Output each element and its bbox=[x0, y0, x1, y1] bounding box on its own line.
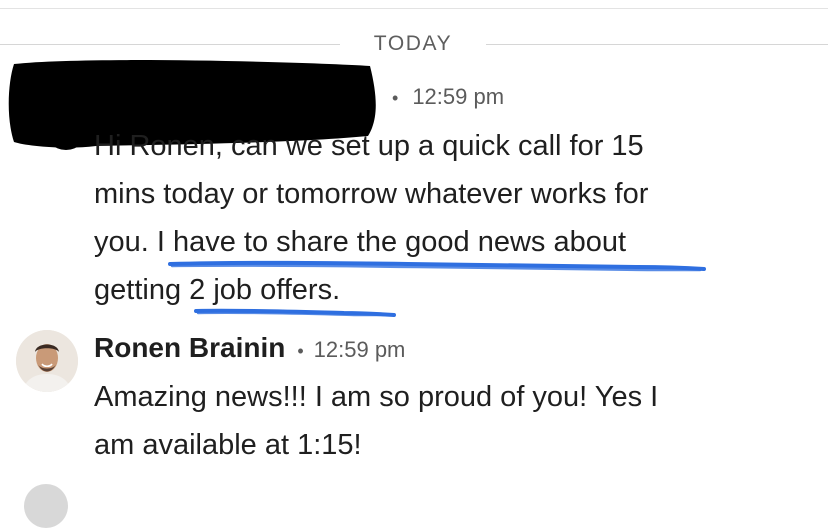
user-photo-icon bbox=[16, 330, 78, 392]
message2-body: Amazing news!!! I am so proud of you! Ye… bbox=[94, 373, 794, 469]
date-divider: TODAY bbox=[0, 30, 828, 58]
avatar[interactable] bbox=[16, 330, 78, 392]
message2-line-2: am available at 1:15! bbox=[94, 429, 362, 461]
sender-name[interactable]: Ronen Brainin bbox=[94, 332, 285, 363]
message1-line-4: getting 2 job offers. bbox=[94, 274, 341, 306]
message1-body: Hi Ronen, can we set up a quick call for… bbox=[94, 122, 734, 314]
message1-line-1: Hi Ronen, can we set up a quick call for… bbox=[94, 130, 644, 162]
message1-header: • 12:59 pm bbox=[392, 84, 504, 110]
date-divider-label: TODAY bbox=[373, 32, 453, 55]
message2-timestamp: 12:59 pm bbox=[313, 337, 406, 362]
separator-dot: • bbox=[392, 88, 399, 108]
top-border bbox=[0, 8, 828, 9]
message2-header: Ronen Brainin • 12:59 pm bbox=[94, 332, 405, 364]
divider-rule-right bbox=[486, 44, 828, 45]
message1-line-2: mins today or tomorrow whatever works fo… bbox=[94, 178, 649, 210]
message1-timestamp: 12:59 pm bbox=[412, 84, 505, 109]
message2-line-1: Amazing news!!! I am so proud of you! Ye… bbox=[94, 381, 659, 413]
divider-rule-left bbox=[0, 44, 340, 45]
separator-dot: • bbox=[297, 341, 304, 361]
message1-line-3: you. I have to share the good news about bbox=[94, 226, 627, 258]
